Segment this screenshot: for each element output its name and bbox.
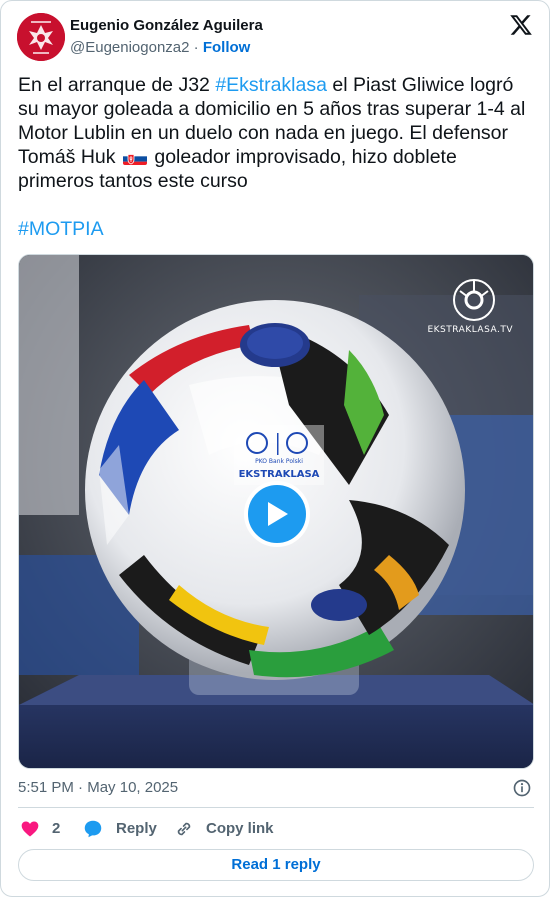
tweet-meta: 5:51 PM · May 10, 2025 xyxy=(18,778,534,798)
red-crest-avatar-icon xyxy=(17,13,65,61)
x-logo-icon[interactable] xyxy=(509,13,533,37)
author-handle[interactable]: @Eugeniogonza2 xyxy=(70,39,190,56)
hashtag-ekstraklasa[interactable]: #Ekstraklasa xyxy=(215,74,327,96)
slovakia-flag-icon xyxy=(122,149,147,165)
tweet-text-part1: En el arranque de J32 xyxy=(18,74,216,96)
heart-icon xyxy=(21,821,39,837)
author-name[interactable]: Eugenio González Aguilera xyxy=(70,16,263,36)
author-info: Eugenio González Aguilera @Eugeniogonza2… xyxy=(70,16,263,58)
like-count: 2 xyxy=(52,820,61,837)
reply-label: Reply xyxy=(116,820,157,837)
play-button[interactable] xyxy=(244,481,310,547)
info-icon[interactable] xyxy=(512,778,532,798)
author-handle-line: @Eugeniogonza2 · Follow xyxy=(70,38,263,58)
tweet-time[interactable]: 5:51 PM xyxy=(18,779,74,796)
copy-link-label: Copy link xyxy=(206,820,274,837)
reply-bubble-icon xyxy=(84,820,102,838)
tweet-date[interactable]: May 10, 2025 xyxy=(87,779,178,796)
tweet-header: Eugenio González Aguilera @Eugeniogonza2… xyxy=(17,13,533,63)
reply-button[interactable]: Reply xyxy=(82,818,157,840)
action-bar: 2 Reply Copy link xyxy=(18,818,534,840)
read-replies-button[interactable]: Read 1 reply xyxy=(18,849,534,881)
handle-separator: · xyxy=(193,39,199,56)
divider xyxy=(18,807,534,808)
video-media[interactable]: EKSTRAKLASA PKO Bank Polski EKSTRAKLASA.… xyxy=(18,254,534,769)
video-watermark: EKSTRAKLASA.TV xyxy=(427,325,513,335)
play-icon xyxy=(268,502,288,526)
link-icon xyxy=(177,822,191,836)
hashtag-motpia[interactable]: #MOTPIA xyxy=(18,218,104,240)
meta-separator: · xyxy=(78,779,84,796)
ekstraklasa-logo-icon xyxy=(453,279,495,321)
copy-link-button[interactable]: Copy link xyxy=(174,818,274,840)
tweet-text: En el arranque de J32 #Ekstraklasa el Pi… xyxy=(18,73,534,241)
ball-brand-text: EKSTRAKLASA xyxy=(239,469,320,480)
ball-sponsor-text: PKO Bank Polski xyxy=(255,458,303,465)
like-button[interactable]: 2 xyxy=(20,818,60,840)
follow-button[interactable]: Follow xyxy=(203,39,251,56)
tweet-card: Eugenio González Aguilera @Eugeniogonza2… xyxy=(0,0,550,897)
avatar[interactable] xyxy=(17,13,65,61)
